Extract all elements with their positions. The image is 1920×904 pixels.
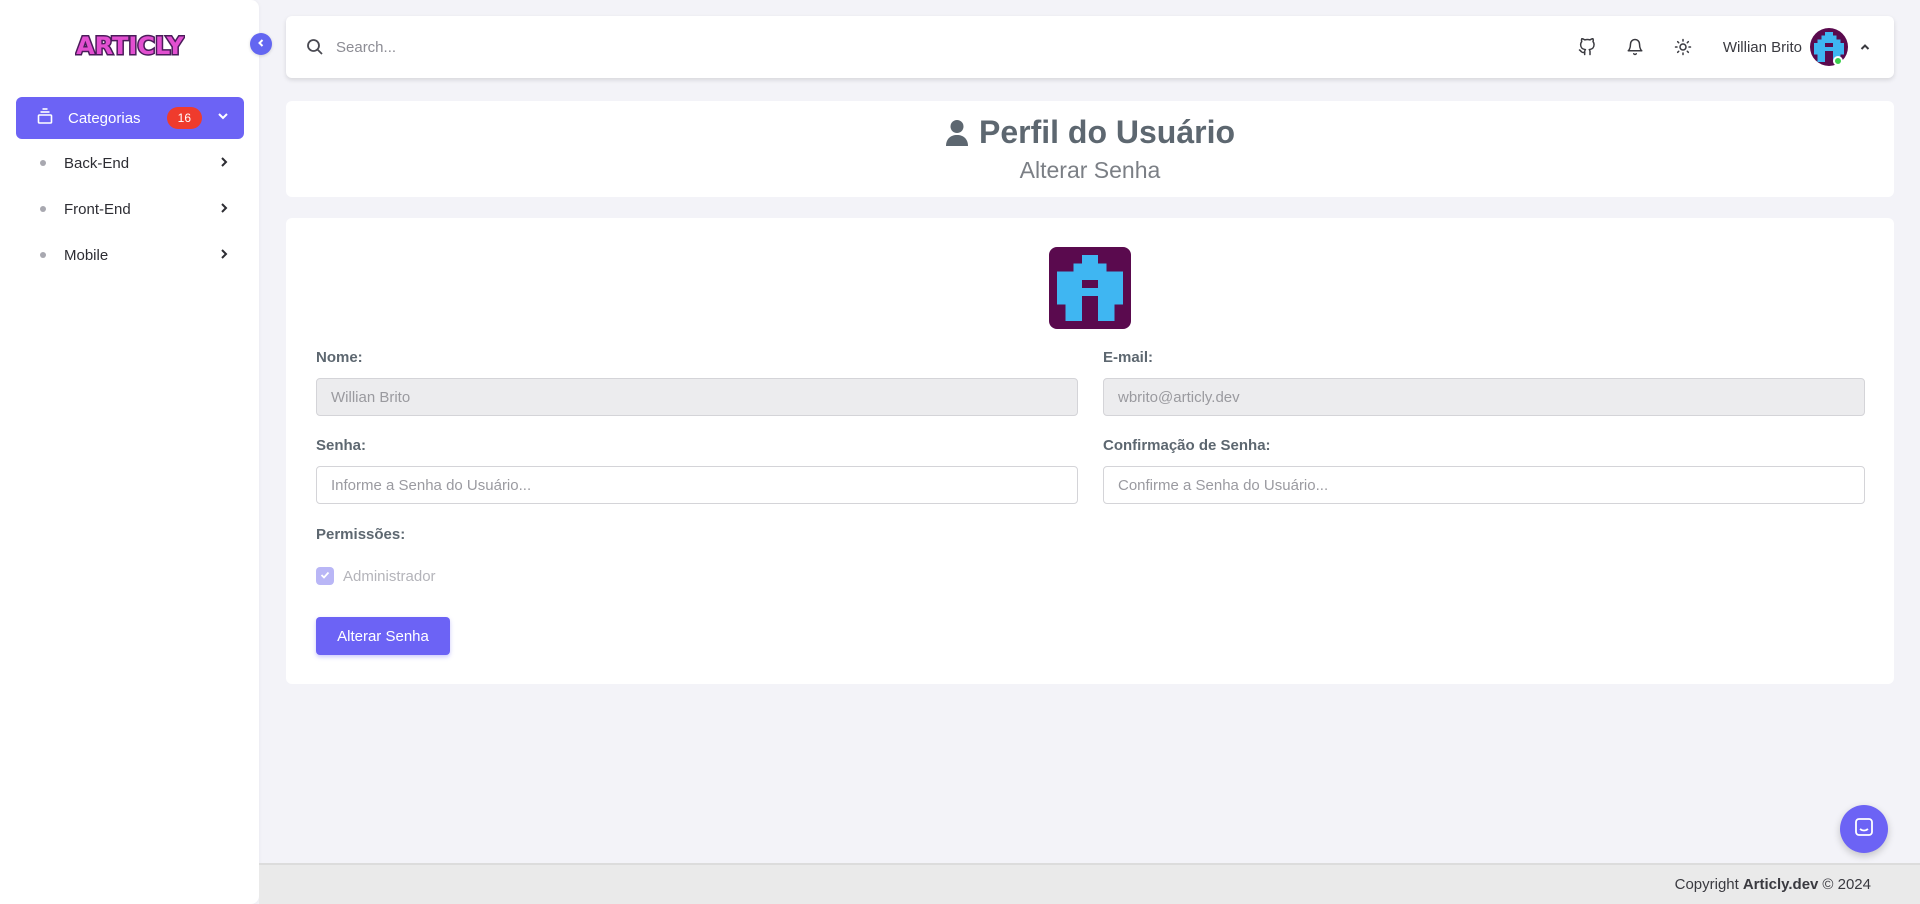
chevron-right-icon xyxy=(218,155,230,172)
footer: Copyright Articly.dev © 2024 xyxy=(259,863,1920,904)
permissions-label: Permissões: xyxy=(316,526,406,543)
topbar: Willian Brito xyxy=(286,16,1894,78)
profile-form: Nome: E-mail: Senha: Confirmação de Senh… xyxy=(286,218,1894,684)
bullet-icon xyxy=(40,206,46,212)
bell-icon[interactable] xyxy=(1621,33,1649,61)
name-field[interactable] xyxy=(316,378,1078,416)
admin-checkbox[interactable] xyxy=(316,567,334,585)
page-header: Perfil do Usuário Alterar Senha xyxy=(286,101,1894,197)
sidebar: ARTICLY Categorias 16 Back-End Front-End xyxy=(0,0,259,904)
change-password-button[interactable]: Alterar Senha xyxy=(316,617,450,655)
copyright-year: © 2024 xyxy=(1822,876,1871,893)
name-label: Nome: xyxy=(316,349,363,366)
confirm-password-label: Confirmação de Senha: xyxy=(1103,437,1271,454)
sidebar-item-back-end[interactable]: Back-End xyxy=(16,145,244,181)
email-field[interactable] xyxy=(1103,378,1865,416)
page-title-text: Perfil do Usuário xyxy=(978,114,1236,150)
bullet-icon xyxy=(40,160,46,166)
user-name[interactable]: Willian Brito xyxy=(1723,39,1802,56)
sidebar-item-label: Front-End xyxy=(64,200,131,218)
password-label: Senha: xyxy=(316,437,367,454)
chevron-right-icon xyxy=(218,247,230,264)
chat-icon xyxy=(1853,816,1875,843)
chevron-left-icon xyxy=(256,35,266,53)
admin-checkbox-label: Administrador xyxy=(343,568,436,585)
articly-logo[interactable]: ARTICLY xyxy=(75,27,186,63)
page-title: Perfil do Usuário xyxy=(286,114,1894,151)
search-input[interactable] xyxy=(336,38,1553,56)
search-icon xyxy=(306,37,326,57)
sidebar-item-label: Back-End xyxy=(64,154,130,172)
sidebar-item-categorias[interactable]: Categorias 16 xyxy=(16,97,244,139)
user-icon xyxy=(945,119,969,147)
sidebar-collapse-button[interactable] xyxy=(250,33,272,55)
chat-button[interactable] xyxy=(1840,805,1888,853)
sun-icon[interactable] xyxy=(1669,33,1697,61)
copyright-prefix: Copyright xyxy=(1674,876,1739,893)
profile-avatar xyxy=(1049,247,1131,329)
check-icon xyxy=(320,567,330,585)
sidebar-item-mobile[interactable]: Mobile xyxy=(16,237,244,273)
online-status-dot xyxy=(1833,56,1843,66)
chevron-up-icon[interactable] xyxy=(1856,33,1874,61)
page-subtitle: Alterar Senha xyxy=(1019,157,1161,183)
footer-brand-link[interactable]: Articly.dev xyxy=(1743,876,1819,893)
logo-graphic: ARTICLY xyxy=(75,31,186,62)
chevron-right-icon xyxy=(218,201,230,218)
sidebar-item-front-end[interactable]: Front-End xyxy=(16,191,244,227)
email-label: E-mail: xyxy=(1103,349,1154,366)
sidebar-item-label: Mobile xyxy=(64,246,109,264)
chevron-down-icon xyxy=(216,109,230,127)
password-field[interactable] xyxy=(316,466,1078,504)
sidebar-item-label: Categorias xyxy=(68,109,141,127)
svg-text:ARTICLY: ARTICLY xyxy=(76,32,184,60)
confirm-password-field[interactable] xyxy=(1103,466,1865,504)
stack-icon xyxy=(36,107,54,129)
bullet-icon xyxy=(40,252,46,258)
github-icon[interactable] xyxy=(1573,33,1601,61)
count-badge: 16 xyxy=(166,107,202,129)
